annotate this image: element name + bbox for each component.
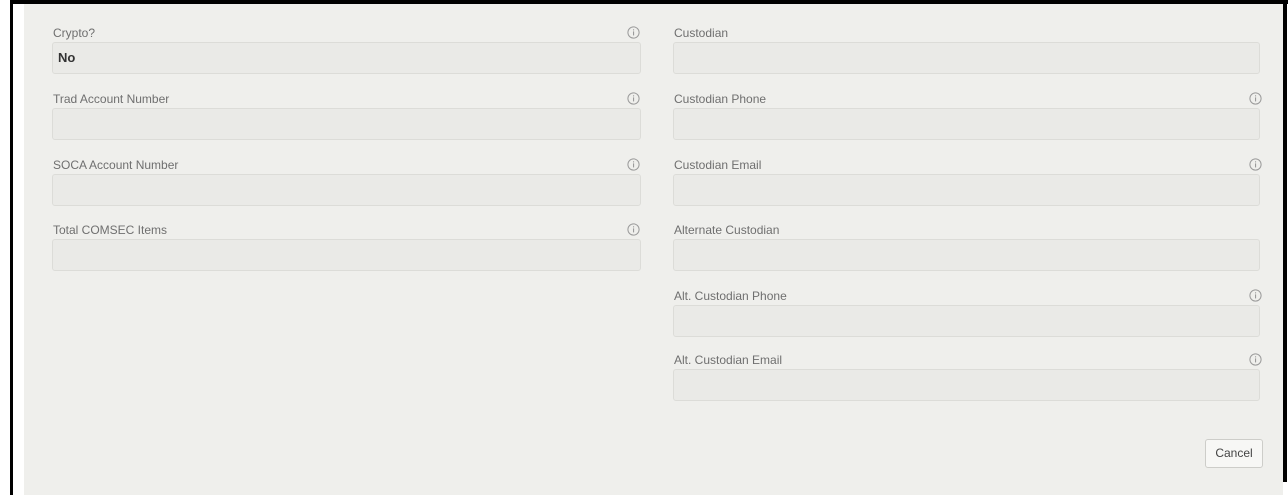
trad-account-number-field: Trad Account Number (52, 92, 642, 142)
info-icon[interactable] (627, 92, 640, 105)
total-comsec-items-label: Total COMSEC Items (53, 223, 168, 237)
info-icon[interactable] (627, 223, 640, 236)
custodian-email-label: Custodian Email (674, 158, 762, 172)
custodian-email-input[interactable] (673, 174, 1260, 206)
window-frame-right (1283, 0, 1287, 482)
alt-custodian-email-input[interactable] (673, 369, 1260, 401)
alt-custodian-email-field: Alt. Custodian Email (673, 353, 1263, 403)
alt-custodian-phone-input[interactable] (673, 305, 1260, 337)
info-icon[interactable] (627, 26, 640, 39)
soca-account-number-input[interactable] (52, 174, 641, 206)
alternate-custodian-input[interactable] (673, 239, 1260, 271)
info-icon[interactable] (627, 158, 640, 171)
custodian-email-field: Custodian Email (673, 158, 1263, 208)
soca-account-number-field: SOCA Account Number (52, 158, 642, 208)
alt-custodian-email-label: Alt. Custodian Email (674, 353, 783, 367)
custodian-phone-field: Custodian Phone (673, 92, 1263, 142)
alt-custodian-phone-label: Alt. Custodian Phone (674, 289, 787, 303)
crypto-field: Crypto? No (52, 26, 642, 76)
alternate-custodian-label: Alternate Custodian (674, 223, 780, 237)
custodian-phone-input[interactable] (673, 108, 1260, 140)
custodian-field: Custodian (673, 26, 1263, 76)
info-icon[interactable] (1249, 92, 1262, 105)
soca-account-number-label: SOCA Account Number (53, 158, 179, 172)
cancel-button[interactable]: Cancel (1205, 439, 1263, 468)
info-icon[interactable] (1249, 289, 1262, 302)
total-comsec-items-input[interactable] (52, 239, 641, 271)
crypto-label: Crypto? (53, 26, 96, 40)
custodian-label: Custodian (674, 26, 729, 40)
alt-custodian-phone-field: Alt. Custodian Phone (673, 289, 1263, 339)
total-comsec-items-field: Total COMSEC Items (52, 223, 642, 273)
info-icon[interactable] (1249, 353, 1262, 366)
custodian-phone-label: Custodian Phone (674, 92, 767, 106)
trad-account-number-input[interactable] (52, 108, 641, 140)
info-icon[interactable] (1249, 158, 1262, 171)
comsec-form-panel: Crypto? No Trad Account Number SOCA Acco… (24, 4, 1283, 495)
window-frame-left (10, 0, 13, 495)
alternate-custodian-field: Alternate Custodian (673, 223, 1263, 273)
custodian-input[interactable] (673, 42, 1260, 74)
crypto-select[interactable]: No (52, 42, 641, 74)
trad-account-number-label: Trad Account Number (53, 92, 170, 106)
